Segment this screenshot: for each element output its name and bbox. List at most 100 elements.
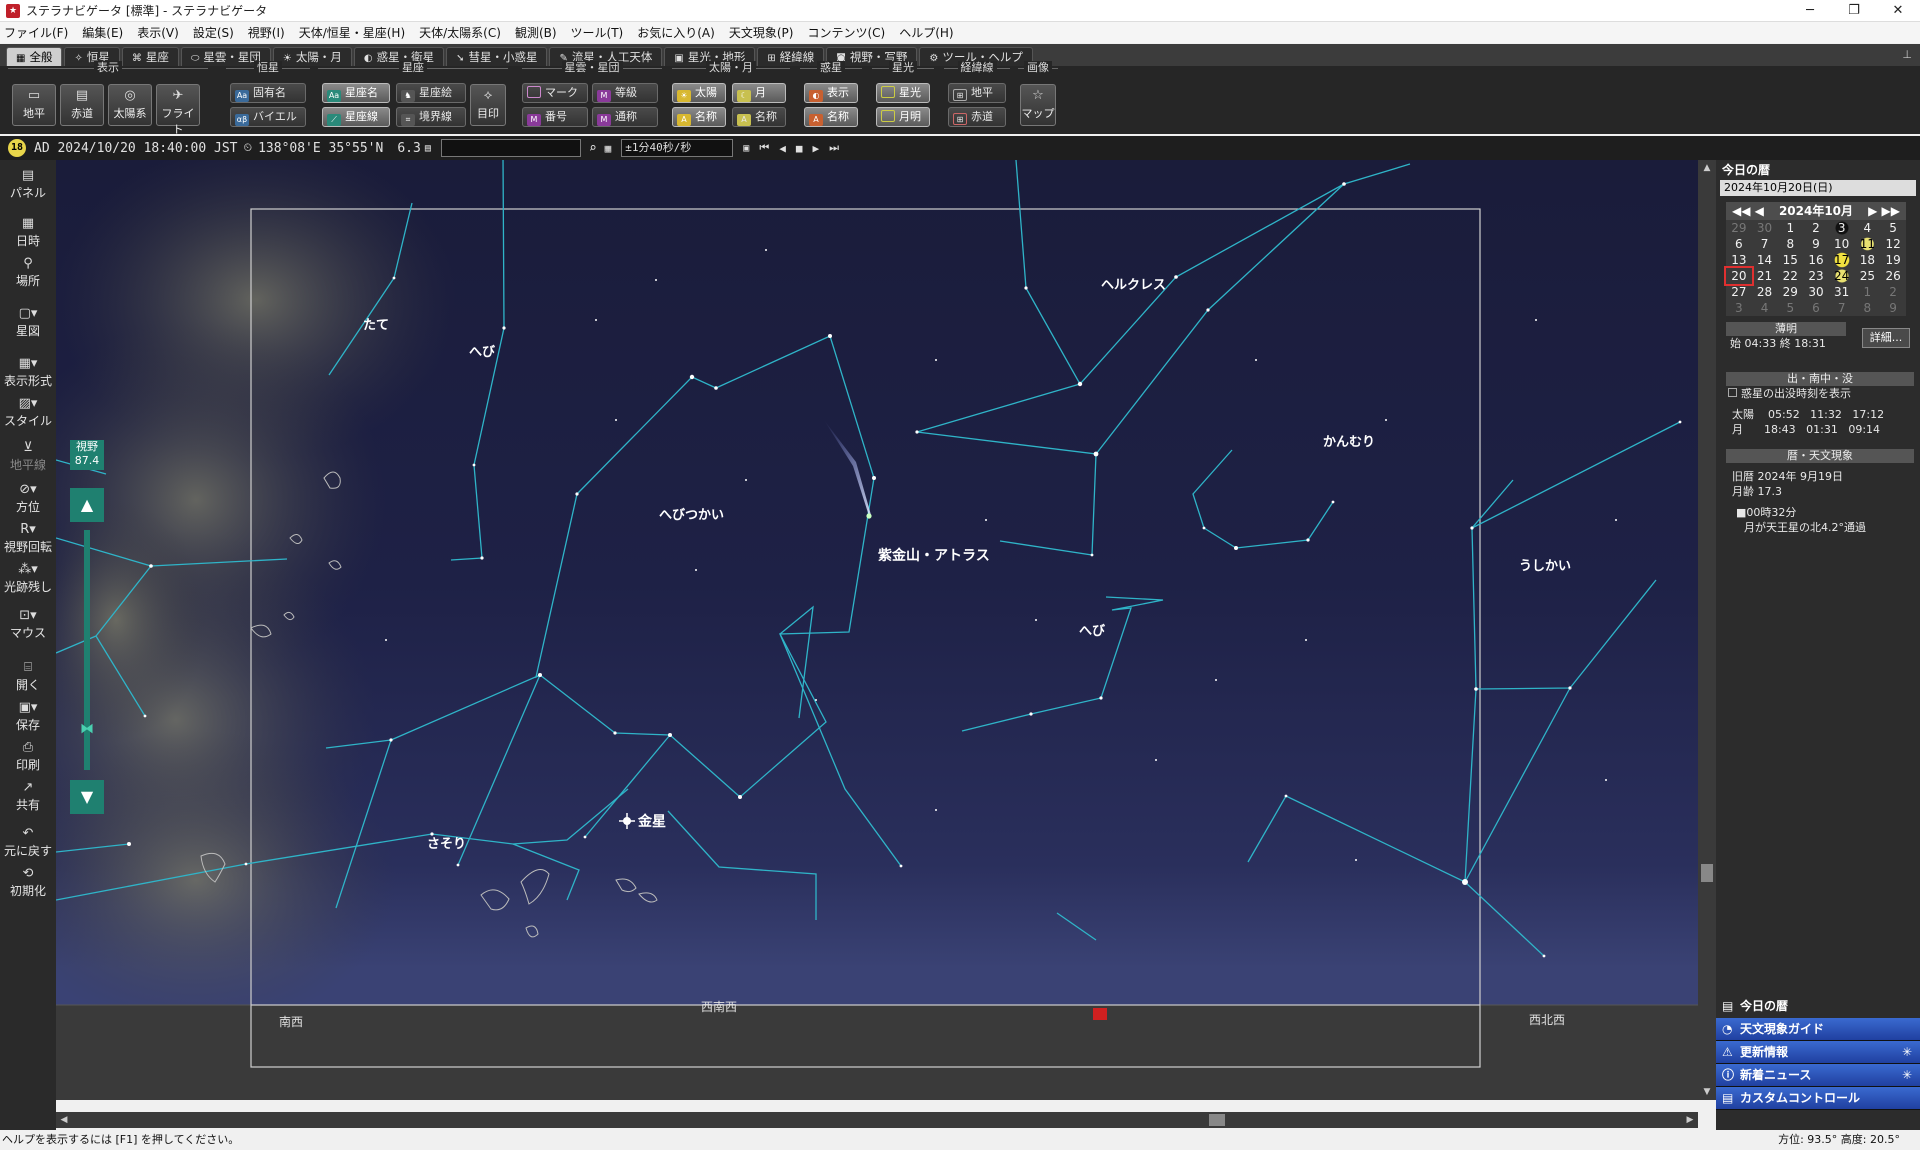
zoom-out-button[interactable]: ▼ [70, 780, 104, 814]
calendar-day[interactable]: 2 [1803, 220, 1829, 236]
save-button[interactable]: ▣▾ 保存 [0, 700, 56, 733]
link-custom-control[interactable]: ▤ カスタムコントロール [1716, 1087, 1920, 1110]
scroll-left-icon[interactable]: ◀ [56, 1112, 72, 1128]
calendar-day[interactable]: 7 [1752, 236, 1778, 252]
horizontal-scrollbar[interactable]: ◀ ▶ [56, 1112, 1698, 1128]
calendar-day[interactable]: 10 [1829, 236, 1855, 252]
maximize-button[interactable]: ❐ [1832, 0, 1876, 22]
calendar-day[interactable]: 29 [1777, 284, 1803, 300]
bayer-button[interactable]: αβ バイエル [230, 107, 306, 127]
detail-button[interactable]: 詳細... [1862, 328, 1910, 348]
calendar-day[interactable]: 8 [1777, 236, 1803, 252]
tab-sunmoon[interactable]: ☀ 太陽・月 [272, 47, 352, 66]
calendar-day[interactable]: 21 [1752, 268, 1778, 284]
star-map-view[interactable]: たて へび ヘルクレス かんむり へびつかい 紫金山・アトラス へび うしかい … [56, 160, 1698, 1100]
print-button[interactable]: ⎙ 印刷 [0, 740, 56, 773]
calendar-day[interactable]: 6 [1726, 236, 1752, 252]
calendar-day[interactable]: 23 [1803, 268, 1829, 284]
pin-icon[interactable]: ⊥ [1902, 48, 1912, 61]
minimize-button[interactable]: ─ [1788, 0, 1832, 22]
trail-button[interactable]: ⁂▾ 光跡残し [0, 562, 56, 595]
scroll-right-icon[interactable]: ▶ [1682, 1112, 1698, 1128]
constellation-name-button[interactable]: Aa 星座名 [322, 83, 390, 103]
location-display[interactable]: 138°08'E 35°55'N [258, 141, 383, 156]
calendar-day[interactable]: 30 [1752, 220, 1778, 236]
menu-field[interactable]: 視野(I) [248, 24, 285, 41]
sky-canvas[interactable]: たて へび ヘルクレス かんむり へびつかい 紫金山・アトラス へび うしかい … [56, 160, 1698, 1100]
calendar-day[interactable]: 29 [1726, 220, 1752, 236]
calendar-day[interactable]: 6 [1803, 300, 1829, 316]
calendar-day-selected[interactable]: 20 [1724, 266, 1754, 286]
calendar-day[interactable]: 11 [1854, 236, 1881, 252]
fov-slider-handle[interactable]: ⧓ [70, 720, 104, 738]
calendar-day[interactable]: 8 [1855, 300, 1881, 316]
horizon-view-button[interactable]: ▭ 地平 [12, 84, 56, 126]
venus-marker[interactable] [619, 813, 635, 829]
link-today-calendar[interactable]: ▤ 今日の暦 [1716, 995, 1920, 1018]
field-rotation-button[interactable]: R▾ 視野回転 [0, 522, 56, 555]
calendar-day[interactable]: 31 [1829, 284, 1855, 300]
calendar-day[interactable]: 17 [1828, 252, 1855, 268]
tab-gridlines[interactable]: ⊞ 経緯線 [757, 47, 825, 66]
alt-az-grid-button[interactable]: ⊞ 地平 [948, 83, 1006, 103]
nebula-mag-button[interactable]: M 等級 [592, 83, 658, 103]
calendar-day[interactable]: 28 [1752, 284, 1778, 300]
calendar-day[interactable]: 4 [1752, 300, 1778, 316]
scroll-up-icon[interactable]: ▲ [1698, 160, 1716, 176]
reset-button[interactable]: ⟲ 初期化 [0, 866, 56, 899]
starlight-button[interactable]: 星光 [876, 83, 930, 103]
open-button[interactable]: ⌸ 開く [0, 660, 56, 693]
datetime-button[interactable]: ▦ 日時 [0, 216, 56, 249]
calendar-day[interactable]: 24 [1828, 268, 1855, 284]
menu-solar[interactable]: 天体/太陽系(C) [419, 24, 501, 41]
calendar-day[interactable]: 14 [1752, 252, 1778, 268]
calendar-day[interactable]: 27 [1726, 284, 1752, 300]
close-button[interactable]: ✕ [1876, 0, 1920, 22]
comet-tsuchinshan-atlas[interactable] [824, 420, 872, 519]
solar-system-button[interactable]: ◎ 太陽系 [108, 84, 152, 126]
menu-contents[interactable]: コンテンツ(C) [807, 24, 885, 41]
calendar-day[interactable]: 5 [1880, 220, 1906, 236]
keyboard-icon[interactable]: ▤ [425, 143, 431, 154]
clock-icon[interactable]: ⏲ [244, 141, 253, 155]
zoom-in-button[interactable]: ▲ [70, 488, 104, 522]
planet-name-button[interactable]: A 名称 [804, 107, 858, 127]
flight-button[interactable]: ✈ フライト [156, 84, 200, 136]
calendar-day[interactable]: 26 [1880, 268, 1906, 284]
search-icon[interactable]: ⌕ [589, 141, 597, 156]
nebula-mark-button[interactable]: マーク [522, 83, 588, 103]
moon-age-badge[interactable]: 18 [8, 139, 26, 157]
menu-phenomena[interactable]: 天文現象(P) [729, 24, 794, 41]
menu-settings[interactable]: 設定(S) [193, 24, 234, 41]
calendar-day[interactable]: 5 [1777, 300, 1803, 316]
equatorial-view-button[interactable]: ▤ 赤道 [60, 84, 104, 126]
vscroll-thumb[interactable] [1701, 864, 1713, 882]
proper-name-button[interactable]: Aa 固有名 [230, 83, 306, 103]
moon-toggle-button[interactable]: ☾ 月 [732, 83, 786, 103]
nebula-common-name-button[interactable]: M 通称 [592, 107, 658, 127]
menu-view[interactable]: 表示(V) [137, 24, 179, 41]
calendar-day[interactable]: 19 [1880, 252, 1906, 268]
map-button[interactable]: ☆ マップ [1020, 84, 1056, 126]
nebula-number-button[interactable]: M 番号 [522, 107, 588, 127]
skip-back-icon[interactable]: ⏮ [759, 141, 769, 155]
play-icon[interactable]: ▶ [812, 142, 819, 155]
calendar-day[interactable]: 18 [1855, 252, 1881, 268]
sun-name-button[interactable]: A 名称 [672, 107, 726, 127]
undo-button[interactable]: ↶ 元に戻す [0, 826, 56, 859]
horizon-line-button[interactable]: ⊻ 地平線 [0, 440, 56, 473]
tab-constellations[interactable]: ⌘ 星座 [121, 47, 179, 66]
menu-observe[interactable]: 観測(B) [515, 24, 557, 41]
menu-file[interactable]: ファイル(F) [4, 24, 68, 41]
list-icon[interactable]: ▦ [605, 142, 612, 155]
menu-edit[interactable]: 編集(E) [82, 24, 123, 41]
calendar-day[interactable]: 1 [1855, 284, 1881, 300]
skip-forward-icon[interactable]: ⏭ [829, 141, 839, 155]
hscroll-thumb[interactable] [1209, 1114, 1225, 1126]
calendar-day[interactable]: 13 [1726, 252, 1752, 268]
style-button[interactable]: ▨▾ スタイル [0, 396, 56, 429]
link-phenomena-guide[interactable]: ◔ 天文現象ガイド [1716, 1018, 1920, 1041]
moonlight-button[interactable]: 月明 [876, 107, 930, 127]
star-chart-button[interactable]: ▢▾ 星図 [0, 306, 56, 339]
calendar-day[interactable]: 9 [1803, 236, 1829, 252]
